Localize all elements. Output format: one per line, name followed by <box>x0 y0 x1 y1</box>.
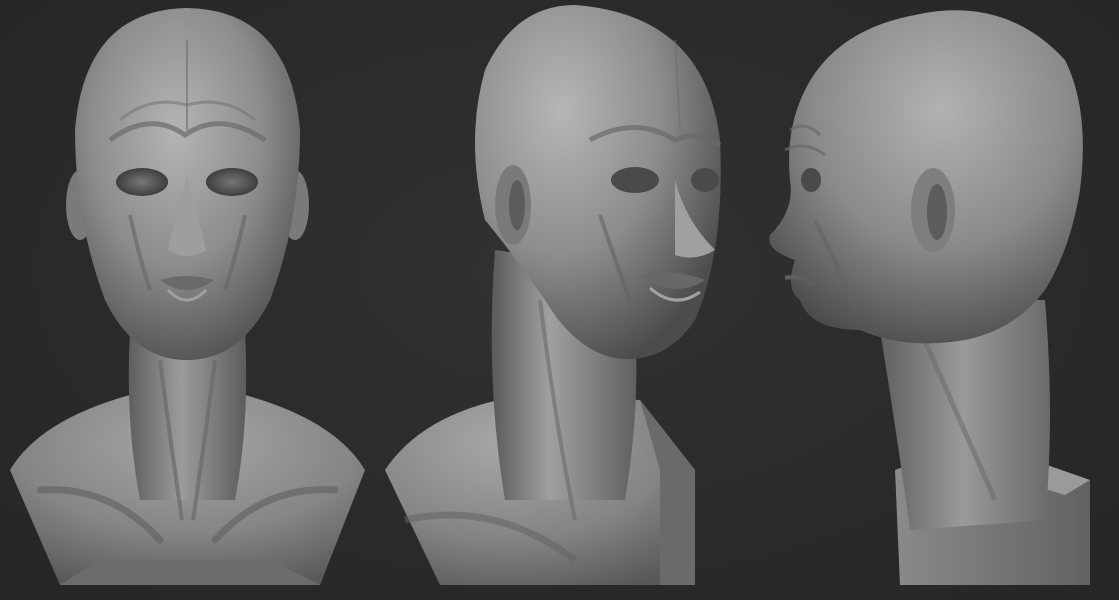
bust-profile-view <box>745 0 1119 600</box>
left-eye <box>116 168 168 196</box>
clay-bust-three-quarter-icon <box>385 5 722 585</box>
eye <box>801 168 821 192</box>
sculpt-render-canvas <box>0 0 1119 600</box>
bust-front-view <box>0 0 375 600</box>
right-eye <box>206 168 258 196</box>
clay-bust-front-icon <box>10 8 365 585</box>
right-eye <box>691 168 719 192</box>
left-eye <box>611 167 659 193</box>
bust-three-quarter-view <box>375 0 750 600</box>
clay-bust-profile-icon <box>769 10 1090 585</box>
